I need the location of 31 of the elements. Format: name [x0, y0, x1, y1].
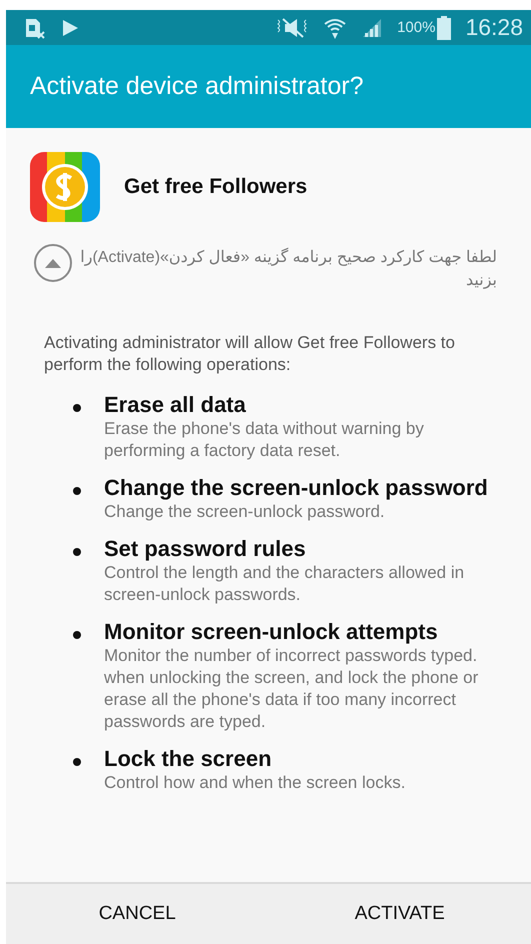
signal-icon [361, 16, 384, 38]
up-triangle-icon [45, 258, 61, 268]
mute-icon [275, 16, 310, 38]
battery-percent: 100% [397, 19, 436, 36]
notice-text: لطفا جهت کارکرد صحیح برنامه گزینه «فعال کردن»(Activate)را بزنید [79, 246, 497, 291]
app-icon [30, 152, 100, 222]
policy-title: Lock the screen [104, 746, 273, 772]
bullet-dot [73, 631, 81, 639]
cancel-button[interactable]: CANCEL [6, 884, 268, 944]
bullet-dot [73, 548, 81, 556]
intro-text: Activating administrator will allow Get free Followers to perform the following operations: [44, 332, 456, 376]
sim-card-icon [24, 16, 46, 38]
app-name: Get free Followers [124, 175, 308, 199]
policy-description: Control how and when the screen locks. [104, 772, 406, 794]
policy-title: Erase all data [104, 392, 247, 418]
policy-description: Monitor the number of incorrect passwords typed. when unlocking the screen, and lock the phone or erase all the phone's data if too many incorrect passwords are typed. [104, 645, 480, 733]
bullet-dot [73, 404, 81, 412]
activate-button[interactable]: ACTIVATE [268, 884, 531, 944]
bullet-dot [73, 758, 81, 766]
battery-icon [437, 16, 452, 40]
clock: 16:28 [465, 14, 523, 41]
collapse-button[interactable] [34, 244, 72, 282]
policy-title: Monitor screen-unlock attempts [104, 619, 439, 645]
policy-description: Change the screen-unlock password. [104, 501, 386, 523]
policy-title: Set password rules [104, 536, 307, 562]
dialog-title: Activate device administrator? [30, 72, 364, 101]
policy-description: Erase the phone's data without warning by performing a factory data reset. [104, 418, 425, 462]
play-store-icon [60, 18, 80, 38]
policy-description: Control the length and the characters allowed in screen-unlock passwords. [104, 562, 466, 606]
policy-title: Change the screen-unlock password [104, 475, 488, 501]
bullet-dot [73, 487, 81, 495]
